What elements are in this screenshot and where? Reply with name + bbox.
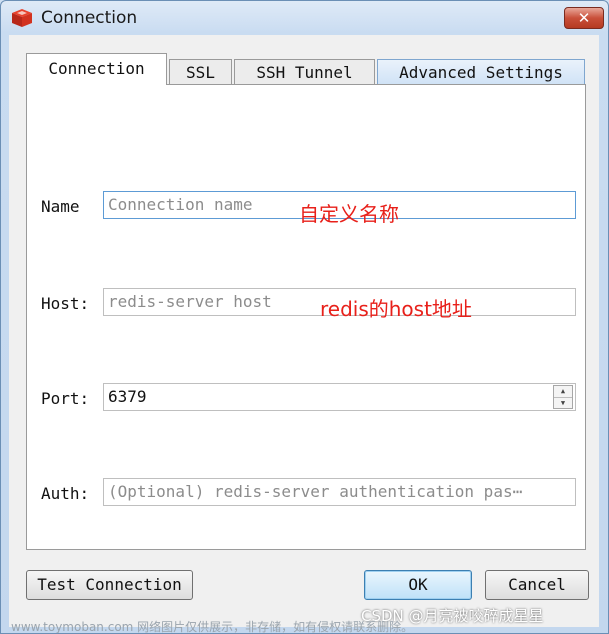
test-connection-button[interactable]: Test Connection [26,570,193,600]
window-title: Connection [41,8,138,28]
redis-cube-icon [12,9,32,27]
auth-input[interactable]: (Optional) redis-server authentication p… [103,478,576,506]
connection-panel: Name Connection name 自定义名称 Host: redis-s… [26,84,586,550]
port-label: Port: [41,389,90,408]
cancel-button[interactable]: Cancel [485,570,589,600]
tab-connection[interactable]: Connection [26,53,167,85]
title-bar[interactable]: Connection ✕ [1,1,608,35]
spin-up-icon[interactable]: ▲ [554,386,572,397]
close-button[interactable]: ✕ [564,7,604,29]
auth-label: Auth: [41,484,90,503]
site-watermark: www.toymoban.com 网络图片仅供展示，非存储，如有侵权请联系删除。 [11,620,414,634]
tab-advanced-settings[interactable]: Advanced Settings [377,59,585,85]
connection-dialog: Connection ✕ Connection SSL SSH Tunnel A… [0,0,609,634]
host-label: Host: [41,294,90,313]
port-spinner[interactable]: ▲ ▼ [553,385,573,409]
spin-down-icon[interactable]: ▼ [554,397,572,409]
port-input[interactable]: 6379 [103,383,576,411]
dialog-body: Connection SSL SSH Tunnel Advanced Setti… [9,35,599,627]
tab-ssh-tunnel[interactable]: SSH Tunnel [234,59,375,85]
name-label: Name [41,197,80,216]
ok-button[interactable]: OK [364,570,472,600]
name-annotation: 自定义名称 [299,202,399,226]
host-annotation: redis的host地址 [320,297,472,321]
tab-ssl[interactable]: SSL [169,59,232,85]
